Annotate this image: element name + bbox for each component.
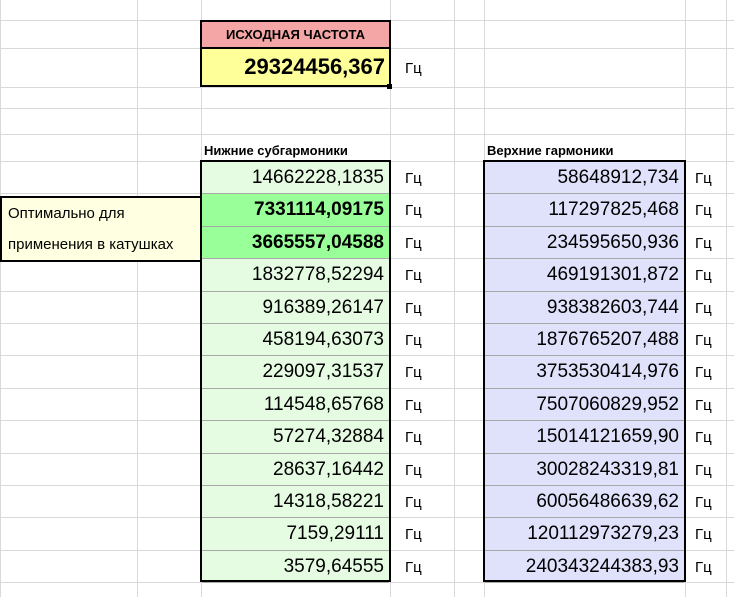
grid-column-line: [726, 0, 727, 597]
upper-unit-cell[interactable]: Гц: [686, 518, 726, 551]
upper-harmonic-cell[interactable]: 30028243319,81: [485, 454, 684, 486]
source-frequency-value[interactable]: 29324456,367: [200, 47, 391, 87]
optimal-note-line2: применения в катушках: [8, 236, 174, 253]
lower-subharmonic-cell[interactable]: 916389,26147: [202, 292, 389, 324]
lower-unit-cell[interactable]: Гц: [391, 551, 454, 583]
lower-subharmonic-cell[interactable]: 57274,32884: [202, 421, 389, 454]
lower-subharmonic-cell[interactable]: 28637,16442: [202, 454, 389, 486]
lower-subharmonic-cell[interactable]: 3579,64555: [202, 551, 389, 583]
optimal-note[interactable]: Оптимально для применения в катушках: [0, 196, 202, 262]
upper-harmonic-cell[interactable]: 1876765207,488: [485, 324, 684, 356]
lower-subharmonic-cell[interactable]: 1832778,52294: [202, 259, 389, 292]
lower-unit-cell[interactable]: Гц: [391, 292, 454, 324]
upper-unit-cell[interactable]: Гц: [686, 259, 726, 292]
grid-row-line: [0, 108, 734, 109]
upper-unit-cell[interactable]: Гц: [686, 324, 726, 356]
upper-harmonic-cell[interactable]: 3753530414,976: [485, 356, 684, 389]
lower-unit-cell[interactable]: Гц: [391, 356, 454, 389]
upper-unit-cell[interactable]: Гц: [686, 227, 726, 259]
upper-harmonic-cell[interactable]: 120112973279,23: [485, 518, 684, 551]
lower-unit-cell[interactable]: Гц: [391, 454, 454, 486]
lower-subharmonic-cell[interactable]: 229097,31537: [202, 356, 389, 389]
lower-subharmonic-cell[interactable]: 7159,29111: [202, 518, 389, 551]
upper-harmonic-cell[interactable]: 60056486639,62: [485, 486, 684, 518]
lower-subharmonic-cell[interactable]: 114548,65768: [202, 389, 389, 421]
lower-unit-cell[interactable]: Гц: [391, 421, 454, 454]
upper-unit-cell[interactable]: Гц: [686, 421, 726, 454]
lower-unit-cell[interactable]: Гц: [391, 162, 454, 194]
lower-subharmonic-cell[interactable]: 14318,58221: [202, 486, 389, 518]
grid-column-line: [137, 0, 138, 597]
upper-unit-cell[interactable]: Гц: [686, 486, 726, 518]
grid-row-line: [0, 87, 734, 88]
lower-unit-cell[interactable]: Гц: [391, 518, 454, 551]
lower-unit-cell[interactable]: Гц: [391, 324, 454, 356]
upper-unit-cell[interactable]: Гц: [686, 292, 726, 324]
upper-unit-cell[interactable]: Гц: [686, 194, 726, 227]
lower-unit-cell[interactable]: Гц: [391, 194, 454, 227]
grid-column-line: [454, 0, 455, 597]
optimal-note-line1: Оптимально для: [8, 205, 125, 222]
lower-subharmonic-optimal-cell[interactable]: 3665557,04588: [202, 227, 389, 259]
upper-unit-cell[interactable]: Гц: [686, 162, 726, 194]
lower-unit-cell[interactable]: Гц: [391, 227, 454, 259]
source-frequency-title[interactable]: ИСХОДНАЯ ЧАСТОТА: [200, 20, 391, 49]
lower-subharmonics-header[interactable]: Нижние субгармоники: [201, 135, 401, 161]
lower-unit-cell[interactable]: Гц: [391, 389, 454, 421]
upper-unit-cell[interactable]: Гц: [686, 454, 726, 486]
upper-harmonic-cell[interactable]: 469191301,872: [485, 259, 684, 292]
upper-harmonic-cell[interactable]: 7507060829,952: [485, 389, 684, 421]
upper-harmonic-cell[interactable]: 15014121659,90: [485, 421, 684, 454]
upper-harmonic-cell[interactable]: 234595650,936: [485, 227, 684, 259]
lower-unit-cell[interactable]: Гц: [391, 486, 454, 518]
lower-unit-cell[interactable]: Гц: [391, 259, 454, 292]
upper-harmonic-cell[interactable]: 117297825,468: [485, 194, 684, 227]
source-unit[interactable]: Гц: [391, 48, 454, 88]
upper-unit-cell[interactable]: Гц: [686, 551, 726, 583]
lower-subharmonic-cell[interactable]: 458194,63073: [202, 324, 389, 356]
upper-unit-cell[interactable]: Гц: [686, 356, 726, 389]
upper-harmonic-cell[interactable]: 938382603,744: [485, 292, 684, 324]
upper-harmonic-cell[interactable]: 58648912,734: [485, 162, 684, 194]
upper-harmonics-header[interactable]: Верхние гармоники: [484, 135, 684, 161]
upper-unit-cell[interactable]: Гц: [686, 389, 726, 421]
lower-subharmonic-cell[interactable]: 14662228,1835: [202, 162, 389, 194]
lower-subharmonic-optimal-cell[interactable]: 7331114,09175: [202, 194, 389, 227]
upper-harmonic-cell[interactable]: 240343244383,93: [485, 551, 684, 583]
